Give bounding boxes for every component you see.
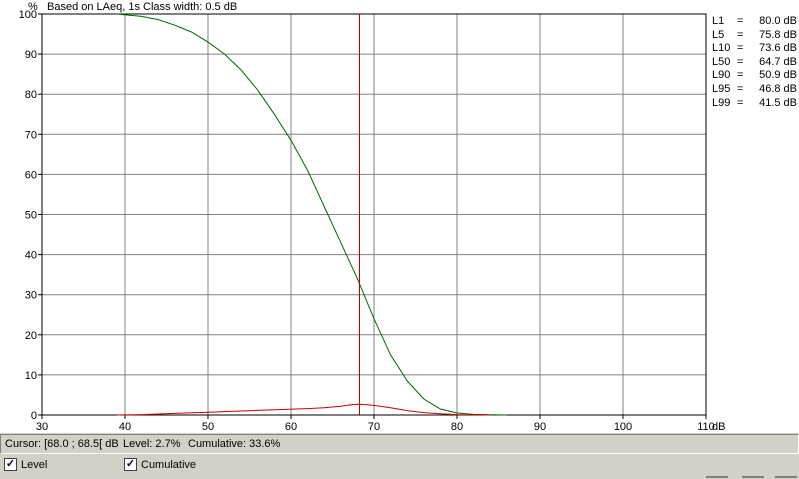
percentile-name: L5 <box>712 28 725 41</box>
percentile-value: 73.6 dB <box>759 42 797 55</box>
checkmark-icon: ✓ <box>5 458 16 470</box>
cumulative-checkbox[interactable]: ✓ <box>124 458 137 471</box>
percentile-name: L1 <box>712 15 725 27</box>
y-tick-label: 10 <box>25 370 37 382</box>
y-tick-label: 90 <box>25 49 37 61</box>
chart-area[interactable]: 0 10 20 30 40 50 60 70 80 90 100 30 40 50 60 70 80 90 100 1… <box>0 0 799 433</box>
level-readout: Level: 2.7% <box>123 438 181 450</box>
cumulative-readout: Cumulative: 33.6% <box>188 438 281 450</box>
y-tick-label: 20 <box>25 330 37 342</box>
cursor-readout: Cursor: [68.0 ; 68.5[ dB <box>5 438 119 450</box>
percentile-row: L99 = 41.5 dB <box>712 97 797 111</box>
y-axis-unit-label: % <box>28 1 38 13</box>
percentile-equals: = <box>737 42 744 55</box>
scroll-indicator <box>775 476 797 478</box>
chart-info-text: Based on LAeq, 1s Class width: 0.5 dB <box>47 1 238 13</box>
percentile-row: L50 = 64.7 dB <box>712 56 797 70</box>
x-tick-label: 50 <box>202 421 214 433</box>
percentile-value: 64.7 dB <box>759 55 797 68</box>
percentile-name: L50 <box>712 55 731 68</box>
percentile-row: L90 = 50.9 dB <box>712 69 797 83</box>
checkmark-icon: ✓ <box>125 458 136 470</box>
percentile-row: L95 = 46.8 dB <box>712 83 797 97</box>
legend-bar: ✓ Level ✓ Cumulative <box>0 455 799 479</box>
percentile-equals: = <box>737 15 744 27</box>
x-tick-label: 30 <box>36 421 48 433</box>
percentile-row: L5 = 75.8 dB <box>712 29 797 43</box>
x-tick-label: 80 <box>451 421 463 433</box>
percentile-name: L10 <box>712 42 731 55</box>
x-tick-label: 40 <box>119 421 131 433</box>
y-tick-label: 30 <box>25 290 37 302</box>
scroll-indicator <box>706 476 728 478</box>
percentile-equals: = <box>737 96 744 109</box>
y-tick-label: 80 <box>25 89 37 101</box>
percentile-name: L99 <box>712 96 731 109</box>
percentile-value: 80.0 dB <box>759 15 797 27</box>
level-checkbox[interactable]: ✓ <box>4 458 17 471</box>
y-tick-label: 70 <box>25 129 37 141</box>
percentile-equals: = <box>737 82 744 95</box>
x-tick-label: 100 <box>614 421 632 433</box>
percentile-value: 50.9 dB <box>759 69 797 82</box>
percentile-equals: = <box>737 28 744 41</box>
percentile-name: L90 <box>712 69 731 82</box>
status-bar: Cursor: [68.0 ; 68.5[ dB Level: 2.7% Cum… <box>0 434 799 454</box>
x-tick-label: 60 <box>285 421 297 433</box>
x-axis-unit-label: dB <box>712 421 725 433</box>
y-tick-label: 40 <box>25 250 37 262</box>
level-legend-label[interactable]: Level <box>21 459 47 471</box>
percentile-row: L1 = 80.0 dB <box>712 15 797 29</box>
cumulative-legend-label[interactable]: Cumulative <box>141 459 196 471</box>
percentile-equals: = <box>737 55 744 68</box>
y-tick-label: 50 <box>25 210 37 222</box>
scroll-indicator <box>742 476 764 478</box>
distribution-chart[interactable]: 010203040506070809010030 40 50 60 70 80 90 100 1… <box>0 0 799 433</box>
percentile-name: L95 <box>712 82 731 95</box>
y-tick-label: 60 <box>25 169 37 181</box>
percentile-stats: L1 = 80.0 dB L5 = 75.8 dB L10 = 73.6 dB L50 = 64… <box>712 15 797 110</box>
percentile-equals: = <box>737 69 744 82</box>
x-tick-label: 90 <box>534 421 546 433</box>
percentile-row: L10 = 73.6 dB <box>712 42 797 56</box>
percentile-value: 75.8 dB <box>759 28 797 41</box>
percentile-value: 41.5 dB <box>759 96 797 109</box>
percentile-value: 46.8 dB <box>759 82 797 95</box>
x-tick-label: 70 <box>368 421 380 433</box>
